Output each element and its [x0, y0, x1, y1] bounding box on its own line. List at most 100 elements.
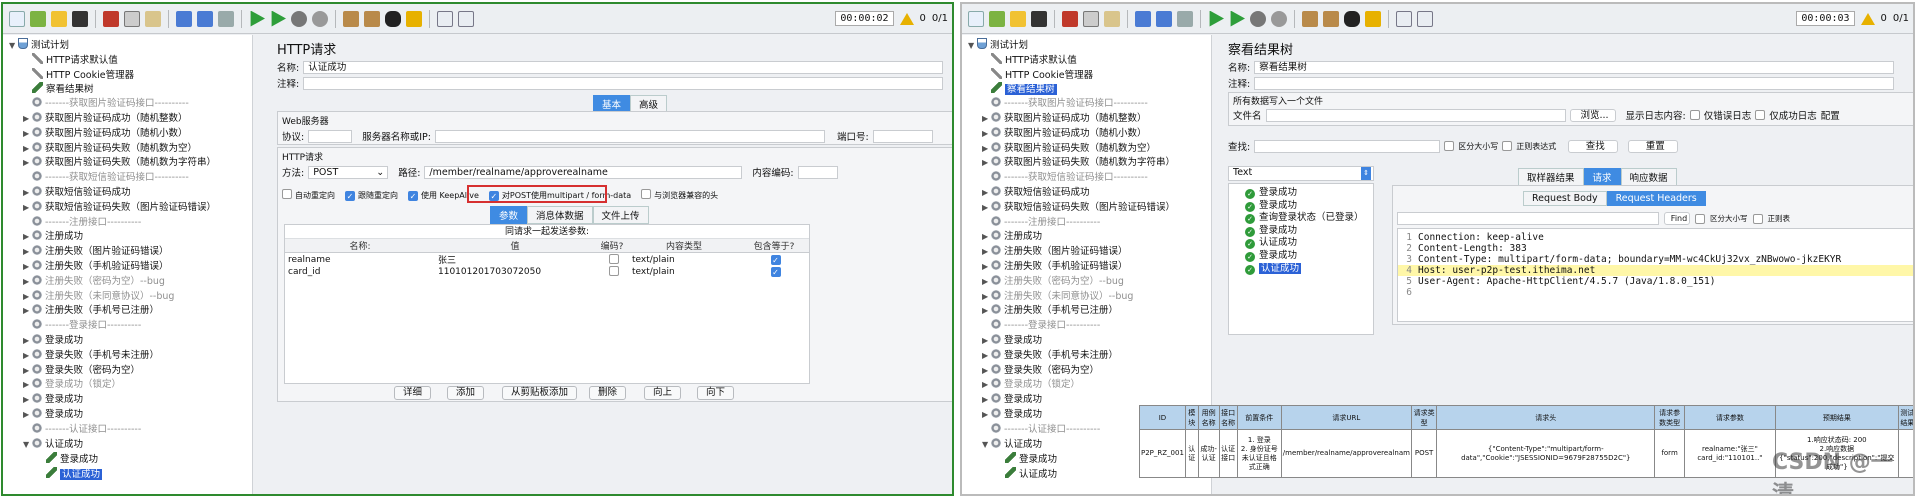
reset-search-icon[interactable] — [406, 10, 422, 27]
result-item[interactable]: ✓ 登录成功 — [1245, 225, 1373, 238]
tree-node[interactable]: ▶ 获取图片验证码失败（随机数为空） — [3, 141, 252, 157]
find-button[interactable]: 查找 — [1568, 139, 1619, 153]
copy-icon[interactable] — [124, 10, 140, 27]
expanded-icon[interactable]: ▼ — [982, 438, 991, 453]
tree-node[interactable]: ▶ 获取短信验证码失败（图片验证码错误） — [962, 200, 1211, 216]
tree-node[interactable]: ▶ 注册失败（未同意协议）--bug — [3, 289, 252, 305]
option-checkbox[interactable]: ✓ — [408, 190, 418, 201]
tree-node[interactable]: HTTP请求默认值 — [962, 52, 1211, 68]
collapsed-icon[interactable]: ▶ — [23, 393, 32, 408]
tree-node[interactable]: ▶ 获取图片验证码成功（随机整数） — [3, 111, 252, 127]
collapse-icon[interactable] — [1156, 10, 1172, 27]
new-icon[interactable] — [9, 10, 25, 27]
reset-button[interactable]: 重置 — [1628, 139, 1679, 153]
collapsed-icon[interactable]: ▶ — [23, 186, 32, 201]
regex-checkbox[interactable] — [1502, 141, 1513, 151]
function-helper-icon[interactable] — [437, 10, 453, 27]
collapsed-icon[interactable]: ▶ — [23, 275, 32, 290]
tree-node[interactable]: ▶ 获取短信验证码成功 — [962, 185, 1211, 201]
result-item[interactable]: ✓ 认证成功 — [1245, 237, 1373, 250]
collapsed-icon[interactable]: ▶ — [23, 127, 32, 142]
tree-node[interactable]: ▶ 注册失败（图片验证码错误） — [962, 245, 1211, 260]
code-find-input[interactable] — [1397, 212, 1659, 225]
tree-node[interactable]: ▶ 获取图片验证码失败（随机数为空） — [962, 141, 1211, 157]
copy-icon[interactable] — [1083, 10, 1099, 27]
result-item[interactable]: ✓ 登录成功 — [1245, 200, 1373, 213]
result-item[interactable]: ✓ 查询登录状态（已登录） — [1245, 212, 1373, 225]
find-input[interactable] — [1254, 139, 1441, 153]
tree-node[interactable]: HTTP请求默认值 — [3, 52, 252, 68]
tree-node[interactable]: ▶ 注册失败（未同意协议）--bug — [962, 289, 1211, 305]
tree-node[interactable]: -------登录接口---------- — [962, 319, 1211, 334]
open-icon[interactable] — [51, 10, 67, 27]
collapsed-icon[interactable]: ▶ — [23, 142, 32, 157]
tree-node[interactable]: ▶ 登录失败（密码为空） — [3, 363, 252, 379]
clear-all-icon[interactable] — [364, 10, 380, 27]
collapsed-icon[interactable]: ▶ — [982, 127, 991, 142]
clear-all-icon[interactable] — [1323, 10, 1339, 27]
collapsed-icon[interactable]: ▶ — [982, 142, 991, 157]
start-icon[interactable] — [1209, 10, 1224, 27]
params-action-button[interactable]: 添加 — [447, 386, 485, 400]
collapsed-icon[interactable]: ▶ — [982, 408, 991, 423]
port-input[interactable] — [872, 129, 933, 143]
equals-checkbox[interactable]: ✓ — [770, 267, 781, 277]
configure-label[interactable]: 配置 — [1821, 108, 1840, 122]
tree-node[interactable]: -------获取图片验证码接口---------- — [962, 97, 1211, 112]
tree-node[interactable]: ▼ 测试计划 — [962, 38, 1211, 53]
equals-checkbox[interactable]: ✓ — [770, 254, 781, 265]
tree-node[interactable]: -------登录接口---------- — [3, 319, 252, 334]
templates-icon[interactable] — [30, 10, 46, 27]
table-row[interactable]: card_id 110101201703072050 text/plain ✓ — [285, 266, 809, 278]
result-item[interactable]: ✓ 登录成功 — [1245, 187, 1373, 200]
collapsed-icon[interactable]: ▶ — [982, 349, 991, 364]
tree-node[interactable]: ▶ 登录失败（密码为空） — [962, 363, 1211, 379]
paste-icon[interactable] — [1104, 10, 1120, 27]
collapsed-icon[interactable]: ▶ — [982, 275, 991, 290]
tree-node[interactable]: -------注册接口---------- — [3, 215, 252, 231]
collapsed-icon[interactable]: ▶ — [982, 112, 991, 127]
collapsed-icon[interactable]: ▶ — [982, 201, 991, 216]
tree-node[interactable]: ▶ 登录成功（锁定） — [962, 378, 1211, 393]
tree-node[interactable]: ▼ 测试计划 — [3, 38, 252, 53]
collapsed-icon[interactable]: ▶ — [982, 378, 991, 393]
stop-icon[interactable] — [1250, 10, 1266, 27]
start-icon[interactable] — [250, 10, 265, 27]
collapsed-icon[interactable]: ▶ — [23, 378, 32, 393]
toggle-icon[interactable] — [1177, 10, 1193, 27]
encode-checkbox[interactable] — [608, 253, 619, 264]
collapsed-icon[interactable]: ▶ — [23, 304, 32, 319]
option-1[interactable]: ✓ 跟随重定向 — [345, 190, 398, 201]
search-icon[interactable] — [1344, 10, 1360, 27]
code-regex-checkbox[interactable] — [1752, 213, 1763, 224]
collapsed-icon[interactable]: ▶ — [23, 201, 32, 216]
warning-icon[interactable] — [1860, 12, 1875, 25]
tree-node[interactable]: 察看结果树 — [3, 82, 252, 97]
help-icon[interactable] — [458, 10, 474, 27]
option-checkbox[interactable]: ✓ — [345, 190, 355, 201]
params-action-button[interactable]: 向下 — [697, 386, 735, 400]
encoding-input[interactable] — [797, 165, 838, 179]
collapsed-icon[interactable]: ▶ — [982, 290, 991, 305]
new-icon[interactable] — [968, 10, 984, 27]
toggle-icon[interactable] — [218, 10, 234, 27]
tree-node[interactable]: ▶ 注册失败（图片验证码错误） — [3, 245, 252, 260]
collapsed-icon[interactable]: ▶ — [23, 364, 32, 379]
tree-node[interactable]: ▶ 获取短信验证码失败（图片验证码错误） — [3, 200, 252, 216]
tab-request-body[interactable]: Request Body — [1523, 191, 1607, 206]
save-icon[interactable] — [1031, 10, 1047, 27]
tab-request-headers[interactable]: Request Headers — [1606, 191, 1706, 206]
save-icon[interactable] — [72, 10, 88, 27]
tree-node[interactable]: ▶ 获取图片验证码成功（随机小数） — [3, 126, 252, 142]
params-action-button[interactable]: 删除 — [589, 386, 627, 400]
collapsed-icon[interactable]: ▶ — [982, 156, 991, 171]
collapsed-icon[interactable]: ▶ — [982, 230, 991, 245]
expand-icon[interactable] — [1135, 10, 1151, 27]
tree-node[interactable]: HTTP Cookie管理器 — [962, 67, 1211, 83]
params-action-button[interactable]: 详细 — [394, 386, 432, 400]
code-case-checkbox[interactable] — [1695, 213, 1705, 224]
server-input[interactable] — [434, 129, 825, 143]
collapsed-icon[interactable]: ▶ — [23, 156, 32, 171]
tree-node[interactable]: ▶ 登录成功 — [3, 407, 252, 423]
option-checkbox[interactable] — [282, 189, 292, 199]
